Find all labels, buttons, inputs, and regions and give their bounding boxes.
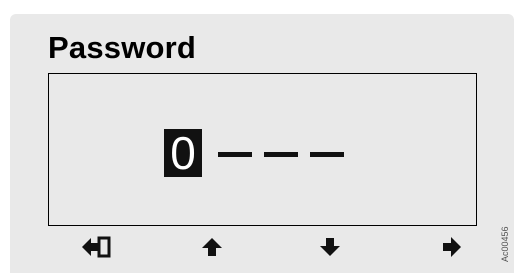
active-digit[interactable]: 0 [164, 129, 202, 177]
digit-placeholder-4[interactable] [310, 151, 344, 157]
up-button[interactable] [192, 232, 232, 262]
enter-icon [82, 236, 111, 258]
digit-placeholder-2[interactable] [218, 151, 252, 157]
page-title: Password [48, 30, 197, 65]
right-button[interactable] [432, 232, 472, 262]
digit-placeholder-3[interactable] [264, 151, 298, 157]
arrow-up-icon [202, 238, 222, 256]
password-digits[interactable]: 0 [164, 128, 344, 178]
softkey-row [48, 232, 477, 262]
down-button[interactable] [310, 232, 350, 262]
enter-button[interactable] [76, 232, 116, 262]
arrow-right-icon [443, 237, 461, 257]
figure-id: Ac00456 [500, 226, 510, 262]
arrow-down-icon [320, 238, 340, 256]
